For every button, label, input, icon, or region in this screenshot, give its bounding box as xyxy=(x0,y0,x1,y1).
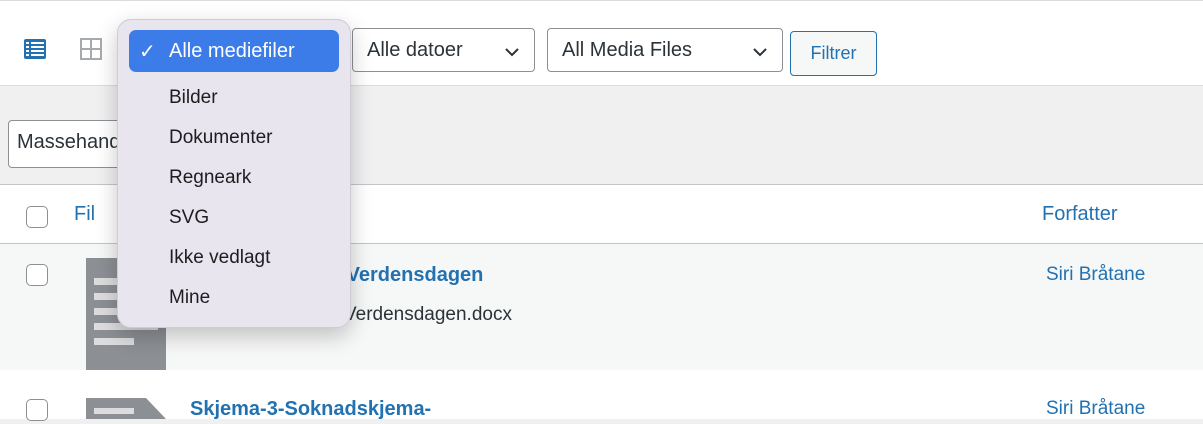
table-row: Skjema-3-Soknadskjema- Siri Bråtane xyxy=(0,370,1203,421)
dropdown-option-spreadsheets[interactable]: Regneark xyxy=(129,158,339,198)
column-author-header[interactable]: Forfatter xyxy=(1042,203,1118,226)
document-icon xyxy=(86,398,166,424)
media-title-link[interactable]: Skjema-3-Soknadskjema- xyxy=(190,398,431,421)
dropdown-option-svg[interactable]: SVG xyxy=(129,198,339,238)
media-files-value: All Media Files xyxy=(562,38,693,61)
row-checkbox[interactable] xyxy=(26,399,48,421)
select-all-checkbox[interactable] xyxy=(26,206,48,228)
list-view-icon[interactable] xyxy=(23,37,47,61)
dropdown-option-documents[interactable]: Dokumenter xyxy=(129,118,339,158)
dropdown-selected-label: Alle mediefiler xyxy=(169,39,295,62)
date-filter-select[interactable]: Alle datoer xyxy=(352,28,535,72)
media-files-select[interactable]: All Media Files xyxy=(547,28,783,72)
date-filter-value: Alle datoer xyxy=(367,38,463,61)
chevron-down-icon xyxy=(752,43,768,66)
dropdown-option-unattached[interactable]: Ikke vedlagt xyxy=(129,238,339,278)
row-checkbox[interactable] xyxy=(26,264,48,286)
chevron-down-icon xyxy=(504,43,520,66)
dropdown-option-mine[interactable]: Mine xyxy=(129,278,339,318)
media-filename: Verdensdagen.docx xyxy=(344,304,512,325)
grid-view-icon[interactable] xyxy=(79,37,103,61)
dropdown-option-images[interactable]: Bilder xyxy=(129,78,339,118)
media-title-link[interactable]: -Verdensdagen xyxy=(340,264,483,287)
filter-button[interactable]: Filtrer xyxy=(790,31,877,76)
media-type-dropdown-menu: ✓ Alle mediefiler Bilder Dokumenter Regn… xyxy=(117,19,351,328)
author-link[interactable]: Siri Bråtane xyxy=(1046,398,1145,420)
checkmark-icon: ✓ xyxy=(139,40,156,63)
author-link[interactable]: Siri Bråtane xyxy=(1046,264,1145,286)
column-file-header[interactable]: Fil xyxy=(74,203,95,226)
dropdown-option-selected[interactable]: ✓ Alle mediefiler xyxy=(129,30,339,72)
